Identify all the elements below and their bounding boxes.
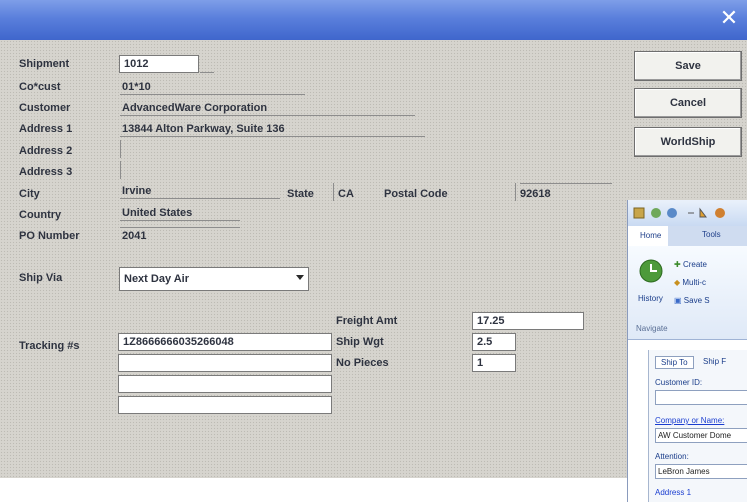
attention-label: Attention: — [655, 452, 689, 461]
customer-id-input[interactable] — [655, 390, 747, 405]
customer-label: Customer — [19, 102, 71, 114]
country-value: United States — [122, 207, 193, 219]
no-pieces-input[interactable]: 1 — [472, 354, 516, 372]
address1-overlay-label: Address 1 — [655, 488, 692, 497]
address2-label: Address 2 — [19, 145, 73, 157]
close-icon[interactable]: ✕ — [717, 8, 741, 32]
ribbon-tabs: Home Tools — [628, 226, 747, 246]
po-number-label: PO Number — [19, 230, 80, 242]
background-app-window: Home Tools History ✚ Create ◆ Multi-c ▣ … — [627, 200, 747, 502]
save-icon: ▣ — [674, 296, 682, 305]
save-button[interactable]: Save — [634, 51, 742, 81]
tracking-label: Tracking #s — [19, 340, 80, 352]
shipment-underline — [200, 72, 214, 73]
address1-value: 13844 Alton Parkway, Suite 136 — [122, 123, 285, 135]
freight-amt-label: Freight Amt — [336, 315, 398, 327]
address1-label: Address 1 — [19, 123, 73, 135]
customer-underline — [120, 115, 415, 116]
company-name-input[interactable]: AW Customer Dome — [655, 428, 747, 443]
tab-tools[interactable]: Tools — [702, 230, 721, 239]
postal-underline — [520, 183, 612, 184]
shipment-label: Shipment — [19, 58, 70, 70]
tab-ship-to[interactable]: Ship To — [655, 356, 694, 369]
ribbon-item-create[interactable]: ✚ Create — [674, 260, 707, 269]
create-icon: ✚ — [674, 260, 681, 269]
po-underline — [120, 227, 240, 228]
address2-box-edge — [120, 140, 121, 158]
save-label: Save S — [683, 296, 710, 305]
cocust-underline — [120, 94, 305, 95]
cocust-value: 01*10 — [122, 81, 151, 93]
ship-via-select[interactable]: Next Day Air — [119, 267, 309, 291]
city-value: Irvine — [122, 185, 152, 197]
city-label: City — [19, 188, 40, 200]
ribbon-item-multi[interactable]: ◆ Multi-c — [674, 278, 706, 287]
no-pieces-label: No Pieces — [336, 357, 389, 369]
quick-access-toolbar — [628, 200, 747, 226]
create-label: Create — [682, 260, 707, 269]
title-bar: ✕ — [0, 0, 747, 40]
company-name-label[interactable]: Company or Name: — [655, 416, 724, 425]
state-value: CA — [338, 188, 354, 200]
ship-to-panel: Ship To Ship F Customer ID: Company or N… — [648, 350, 747, 502]
quick-access-icons[interactable] — [628, 200, 747, 226]
navigate-group-label: Navigate — [636, 324, 668, 333]
po-number-value: 2041 — [122, 230, 147, 242]
history-label[interactable]: History — [638, 294, 663, 303]
customer-id-label: Customer ID: — [655, 378, 703, 387]
city-underline — [120, 198, 280, 199]
tracking-input-4[interactable] — [118, 396, 332, 414]
postal-code-label: Postal Code — [384, 188, 448, 200]
cocust-label: Co*cust — [19, 81, 61, 93]
ship-wgt-label: Ship Wgt — [336, 336, 384, 348]
tab-ship-from[interactable]: Ship F — [703, 357, 726, 366]
dialog-footer — [0, 478, 630, 502]
chevron-down-icon[interactable] — [296, 275, 304, 280]
tracking-input-3[interactable] — [118, 375, 332, 393]
tracking-input-2[interactable] — [118, 354, 332, 372]
worldship-button[interactable]: WorldShip — [634, 127, 742, 157]
tracking-input-1[interactable]: 1Z8666666035266048 — [118, 333, 332, 351]
ship-via-value: Next Day Air — [124, 273, 190, 285]
tab-home[interactable]: Home — [628, 226, 668, 246]
address3-label: Address 3 — [19, 166, 73, 178]
multi-label: Multi-c — [682, 278, 706, 287]
ship-wgt-input[interactable]: 2.5 — [472, 333, 516, 351]
postal-box-edge — [515, 183, 516, 201]
attention-input[interactable]: LeBron James — [655, 464, 747, 479]
state-label: State — [287, 188, 314, 200]
ribbon-panel: History ✚ Create ◆ Multi-c ▣ Save S Navi… — [628, 246, 747, 340]
address1-underline — [120, 136, 425, 137]
customer-value: AdvancedWare Corporation — [122, 102, 268, 114]
shipment-input[interactable]: 1012 — [119, 55, 199, 73]
multi-icon: ◆ — [674, 278, 681, 287]
country-label: Country — [19, 209, 62, 221]
freight-amt-input[interactable]: 17.25 — [472, 312, 584, 330]
country-underline — [120, 220, 240, 221]
address3-box-edge — [120, 161, 121, 179]
ribbon-item-save[interactable]: ▣ Save S — [674, 296, 710, 305]
ship-via-label: Ship Via — [19, 272, 63, 284]
cancel-button[interactable]: Cancel — [634, 88, 742, 118]
state-box-edge — [333, 183, 334, 201]
postal-code-value: 92618 — [520, 188, 551, 200]
history-icon[interactable] — [636, 256, 666, 286]
